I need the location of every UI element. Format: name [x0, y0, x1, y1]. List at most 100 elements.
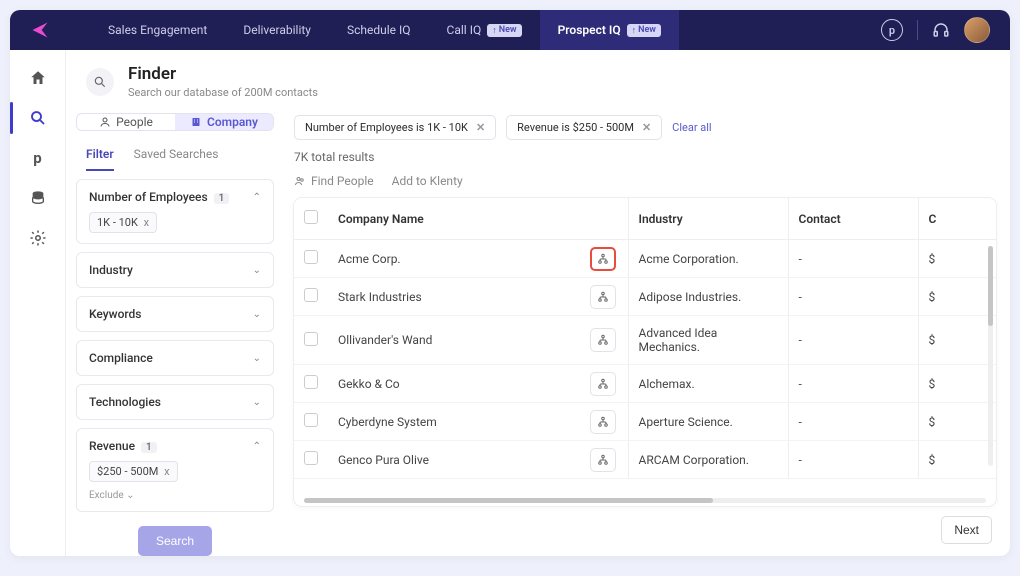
industry-cell: Acme Corporation. — [628, 240, 788, 278]
search-icon[interactable] — [28, 108, 48, 128]
page-title: Finder — [128, 64, 318, 84]
remove-icon[interactable]: x — [161, 465, 169, 478]
tab-people[interactable]: People — [77, 114, 175, 130]
nav-sales-engagement[interactable]: Sales Engagement — [90, 10, 225, 50]
last-cell: $ — [918, 316, 996, 365]
vertical-scrollbar[interactable] — [988, 246, 993, 466]
filter-keywords-toggle[interactable]: Keywords ⌄ — [89, 307, 261, 321]
org-chart-button[interactable] — [590, 410, 616, 434]
row-checkbox[interactable] — [304, 250, 318, 264]
filter-technologies: Technologies⌄ — [76, 384, 274, 420]
chevron-down-icon: ⌄ — [253, 309, 261, 320]
table-row: Genco Pura Olive ARCAM Corporation.-$ — [294, 441, 996, 479]
column-header-industry[interactable]: Industry — [628, 198, 788, 240]
filter-compliance: Compliance ⌄ — [76, 340, 274, 376]
filter-technologies-toggle[interactable]: Technologies⌄ — [89, 395, 261, 409]
remove-icon[interactable]: ✕ — [642, 121, 651, 134]
filter-industry-toggle[interactable]: Industry⌄ — [89, 263, 261, 277]
exclude-toggle[interactable]: Exclude ⌄ — [89, 490, 261, 501]
chevron-down-icon: ⌄ — [253, 353, 261, 364]
result-count: 7K total results — [294, 150, 996, 164]
tab-label: People — [116, 115, 153, 129]
filter-label: Revenue — [89, 439, 135, 453]
company-name: Gekko & Co — [338, 377, 400, 391]
subtab-saved[interactable]: Saved Searches — [134, 147, 219, 171]
headset-icon[interactable] — [932, 21, 950, 39]
plan-badge[interactable]: p — [881, 19, 903, 41]
database-icon[interactable] — [28, 188, 48, 208]
column-header-contact[interactable]: Contact — [788, 198, 918, 240]
contact-cell: - — [788, 278, 918, 316]
filter-keywords: Keywords ⌄ — [76, 296, 274, 332]
filter-compliance-toggle[interactable]: Compliance ⌄ — [89, 351, 261, 365]
page-header: Finder Search our database of 200M conta… — [66, 50, 1010, 109]
row-checkbox[interactable] — [304, 413, 318, 427]
tab-label: Company — [207, 115, 258, 129]
org-chart-button[interactable] — [590, 247, 616, 271]
company-name: Cyberdyne System — [338, 415, 437, 429]
contact-cell: - — [788, 240, 918, 278]
row-checkbox[interactable] — [304, 332, 318, 346]
action-label: Add to Klenty — [392, 174, 463, 188]
horizontal-scrollbar[interactable] — [304, 498, 986, 503]
remove-icon[interactable]: x — [141, 216, 149, 229]
tab-company[interactable]: Company — [175, 114, 273, 130]
filter-chip[interactable]: 1K - 10K x — [89, 212, 157, 233]
chevron-up-icon: ⌃ — [253, 192, 261, 203]
search-button[interactable]: Search — [138, 526, 212, 556]
clear-all-link[interactable]: Clear all — [672, 121, 711, 134]
table-row: Stark IndustriesAdipose Industries.-$ — [294, 278, 996, 316]
industry-cell: Alchemax. — [628, 365, 788, 403]
last-cell: $ — [918, 240, 996, 278]
gear-icon[interactable] — [28, 228, 48, 248]
filter-label: Keywords — [89, 307, 141, 321]
nav-label: Call IQ — [447, 23, 482, 37]
contact-cell: - — [788, 365, 918, 403]
company-name: Genco Pura Olive — [338, 453, 429, 467]
filter-revenue: Revenue1 ⌃ $250 - 500M x Exclude ⌄ — [76, 428, 274, 512]
next-button[interactable]: Next — [941, 516, 992, 544]
prospect-icon[interactable]: p — [28, 148, 48, 168]
org-chart-button[interactable] — [590, 372, 616, 396]
select-all-checkbox[interactable] — [304, 210, 318, 224]
logo-icon — [30, 20, 50, 40]
chip-label: Revenue is $250 - 500M — [517, 121, 634, 134]
nav-call-iq[interactable]: Call IQ ↑ New — [429, 10, 540, 50]
filter-chip[interactable]: $250 - 500M x — [89, 461, 178, 482]
table-row: Ollivander's Wand Advanced Idea Mechanics… — [294, 316, 996, 365]
nav-schedule-iq[interactable]: Schedule IQ — [329, 10, 429, 50]
subtab-filter[interactable]: Filter — [86, 147, 114, 171]
row-checkbox[interactable] — [304, 451, 318, 465]
row-checkbox[interactable] — [304, 375, 318, 389]
nav-prospect-iq[interactable]: Prospect IQ↑ New — [540, 10, 679, 50]
filter-panel: People Company Filter Saved Searches — [66, 109, 284, 556]
row-checkbox[interactable] — [304, 288, 318, 302]
home-icon[interactable] — [28, 68, 48, 88]
nav-deliverability[interactable]: Deliverability — [225, 10, 329, 50]
action-label: Find People — [311, 174, 374, 188]
last-cell: $ — [918, 441, 996, 479]
industry-cell: ARCAM Corporation. — [628, 441, 788, 479]
contact-cell: - — [788, 441, 918, 479]
filter-employees-toggle[interactable]: Number of Employees1 ⌃ — [89, 190, 261, 204]
new-badge: ↑ New — [487, 24, 521, 37]
company-name: Ollivander's Wand — [338, 333, 432, 347]
column-header-last[interactable]: C — [918, 198, 996, 240]
find-people-action[interactable]: Find People — [294, 174, 374, 188]
filter-label: Industry — [89, 263, 133, 277]
company-name: Acme Corp. — [338, 252, 401, 266]
avatar[interactable] — [964, 17, 990, 43]
org-chart-button[interactable] — [590, 328, 616, 352]
company-name: Stark Industries — [338, 290, 422, 304]
industry-cell: Advanced Idea Mechanics. — [628, 316, 788, 365]
contact-cell: - — [788, 403, 918, 441]
column-header-company[interactable]: Company Name — [328, 198, 628, 240]
add-to-klenty-action[interactable]: Add to Klenty — [392, 174, 463, 188]
filter-label: Compliance — [89, 351, 153, 365]
remove-icon[interactable]: ✕ — [476, 121, 485, 134]
filter-industry: Industry⌄ — [76, 252, 274, 288]
filter-revenue-toggle[interactable]: Revenue1 ⌃ — [89, 439, 261, 453]
org-chart-button[interactable] — [590, 448, 616, 472]
org-chart-button[interactable] — [590, 285, 616, 309]
active-filter-chip: Revenue is $250 - 500M ✕ — [506, 115, 662, 140]
